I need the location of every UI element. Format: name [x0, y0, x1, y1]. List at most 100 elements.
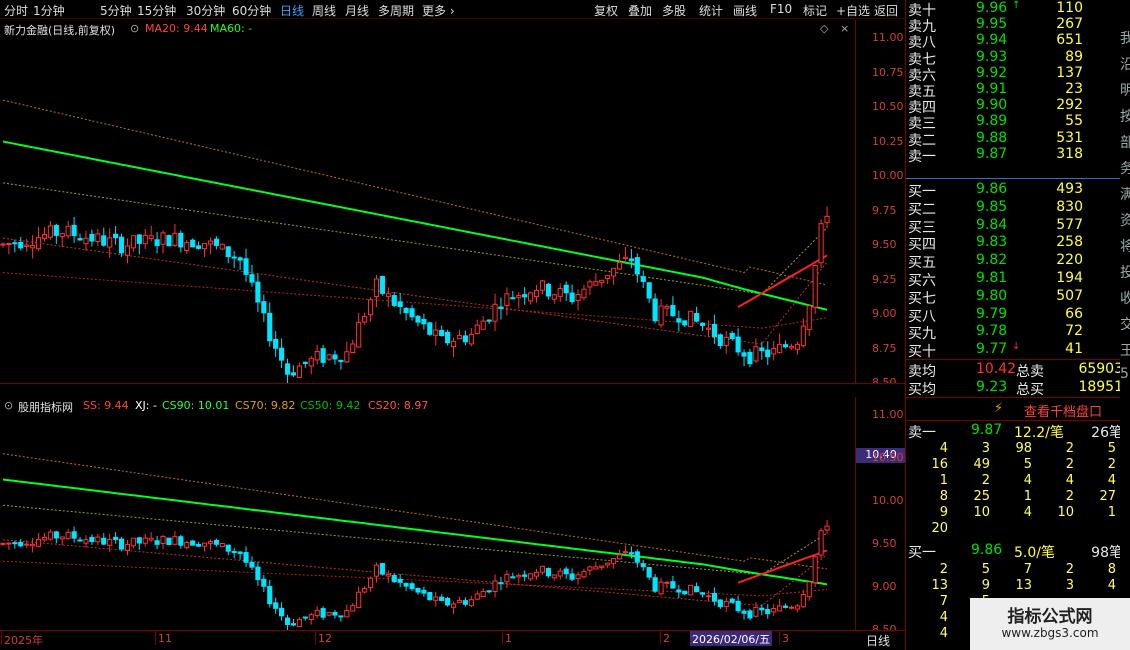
candle-body: [622, 256, 629, 260]
side-char: 明: [1120, 83, 1130, 99]
toolbar-item[interactable]: 叠加: [628, 2, 652, 19]
candle-body: [699, 592, 706, 595]
buy-level-row[interactable]: 买八 9.79 66: [906, 306, 1121, 325]
chevron-down-icon[interactable]: ⊙: [130, 22, 139, 35]
toolbar-item[interactable]: 月线: [345, 2, 369, 19]
buy-level-row[interactable]: 买一 9.86 493: [906, 181, 1121, 200]
level-price: 9.90: [976, 97, 1008, 114]
candle-body: [332, 612, 338, 616]
candle-body: [213, 238, 219, 246]
candle-body: [788, 345, 795, 349]
toolbar-item[interactable]: 30分钟: [186, 2, 225, 19]
candle-body: [563, 568, 569, 575]
toolbar-item[interactable]: 15分钟: [137, 2, 176, 19]
side-char: 5: [1120, 366, 1129, 382]
candle-body: [83, 539, 89, 544]
candle-body: [593, 281, 599, 286]
time-label: 11: [158, 632, 172, 645]
buy-level-row[interactable]: 买三 9.84 577: [906, 217, 1121, 236]
candle-body: [243, 258, 249, 275]
indicator-chart[interactable]: [0, 415, 855, 630]
level-price: 9.87: [976, 145, 1008, 162]
candle-body: [462, 335, 468, 343]
cs70-label: CS70: 9.82: [235, 399, 296, 412]
candle-body: [314, 609, 320, 617]
level-volume: 89: [1065, 48, 1083, 65]
candle-body: [118, 236, 125, 254]
view-depth-button[interactable]: ⚡ 查看千档盘口: [906, 398, 1121, 420]
news-side-strip[interactable]: 我沿明按部务满资将投收交王 5: [1120, 0, 1130, 650]
cs90-label: CS90: 10.01: [162, 399, 230, 412]
candle-body: [587, 281, 593, 288]
candle-body: [385, 573, 391, 577]
toolbar-item[interactable]: 复权: [594, 2, 618, 19]
candle-body: [759, 347, 765, 352]
candle-body: [47, 225, 53, 238]
toolbar-item[interactable]: +自选: [836, 2, 870, 19]
stock-name-label[interactable]: 新力金融(日线,前复权): [4, 22, 115, 38]
avg-sell-row: 卖均 10.42 总卖 65903: [908, 361, 1123, 380]
level-price: 9.85: [976, 198, 1008, 215]
candle-body: [741, 352, 747, 357]
toolbar-item[interactable]: 周线: [312, 2, 336, 19]
queue-buy-head: 买一 9.86 5.0/笔 98笔: [908, 542, 1123, 561]
buy-level-row[interactable]: 买六 9.81 194: [906, 270, 1121, 289]
candle-body: [652, 298, 658, 322]
toolbar-item[interactable]: 多周期: [378, 2, 414, 19]
toolbar-item[interactable]: 统计: [699, 2, 723, 19]
level-volume: 493: [1056, 181, 1083, 197]
toolbar-item[interactable]: 1分钟: [33, 2, 65, 19]
buy-level-row[interactable]: 买五 9.82 220: [906, 252, 1121, 271]
candle-body: [646, 567, 652, 578]
buy-level-row[interactable]: 买二 9.85 830: [906, 198, 1121, 218]
toolbar-item[interactable]: 5分钟: [100, 2, 132, 19]
price-chart[interactable]: [0, 38, 855, 383]
side-char: 务: [1120, 161, 1130, 177]
toolbar-item[interactable]: 标记: [803, 2, 827, 19]
candle-body: [107, 539, 113, 546]
indicator-axis: 10.40 11.0010.5010.009.509.008.50: [855, 397, 906, 636]
candle-body: [717, 334, 723, 346]
side-char: 投: [1120, 265, 1130, 281]
toolbar-item[interactable]: 返回: [874, 2, 898, 19]
axis-tick-label: 9.25: [872, 272, 897, 286]
buy-level-row[interactable]: 买九 9.78 72: [906, 323, 1121, 342]
candle-body: [219, 243, 225, 250]
indicator-name-label[interactable]: 股朋指标网: [18, 399, 73, 415]
toolbar-item[interactable]: 60分钟: [232, 2, 271, 19]
candle-body: [539, 565, 546, 573]
candle-body: [0, 243, 6, 246]
level-price: 9.82: [976, 252, 1008, 269]
toolbar-item[interactable]: F10: [770, 2, 792, 16]
level-price: 9.83: [976, 234, 1008, 251]
toolbar-item[interactable]: 分时: [4, 2, 28, 19]
candle-body: [433, 329, 439, 336]
queue-cell: 4: [1023, 505, 1032, 520]
close-icon[interactable]: ×: [840, 22, 849, 35]
sell-level-row[interactable]: 卖一 9.87 318: [906, 145, 1121, 165]
candle-body: [569, 573, 575, 580]
toolbar-item[interactable]: 日线: [280, 2, 304, 19]
settings-icon[interactable]: ⊙: [4, 399, 13, 412]
axis-tick-label: 9.50: [872, 537, 897, 550]
queue-cell: 3: [981, 441, 990, 456]
buy-level-row[interactable]: 买十 9.77 ↓ 41: [906, 341, 1121, 360]
candle-body: [118, 538, 125, 550]
toolbar-item[interactable]: 画线: [733, 2, 757, 19]
candle-body: [741, 610, 747, 614]
candle-body: [130, 235, 136, 249]
toolbar-item[interactable]: 更多 ›: [422, 2, 455, 19]
queue-cell: 4: [939, 441, 948, 456]
queue-row: 2 5 7 2 8: [906, 562, 1121, 578]
toolbar-item[interactable]: 多股: [662, 2, 686, 19]
buy-level-row[interactable]: 买四 9.83 258: [906, 234, 1121, 253]
candle-body: [516, 294, 522, 299]
diamond-icon[interactable]: ◇: [820, 22, 828, 35]
period-toolbar: 分时 1分钟 5分钟 15分钟 30分钟 60分钟 日线 周线 月线 多周期 更多 › 复权 叠加 多股统…: [0, 0, 905, 19]
buy-level-row[interactable]: 买七 9.80 507: [906, 288, 1121, 307]
candle-body: [486, 590, 492, 593]
period-label[interactable]: 日线: [866, 632, 890, 649]
chart-divider[interactable]: [0, 383, 905, 397]
candle-body: [528, 573, 534, 580]
candle-body: [71, 224, 77, 237]
